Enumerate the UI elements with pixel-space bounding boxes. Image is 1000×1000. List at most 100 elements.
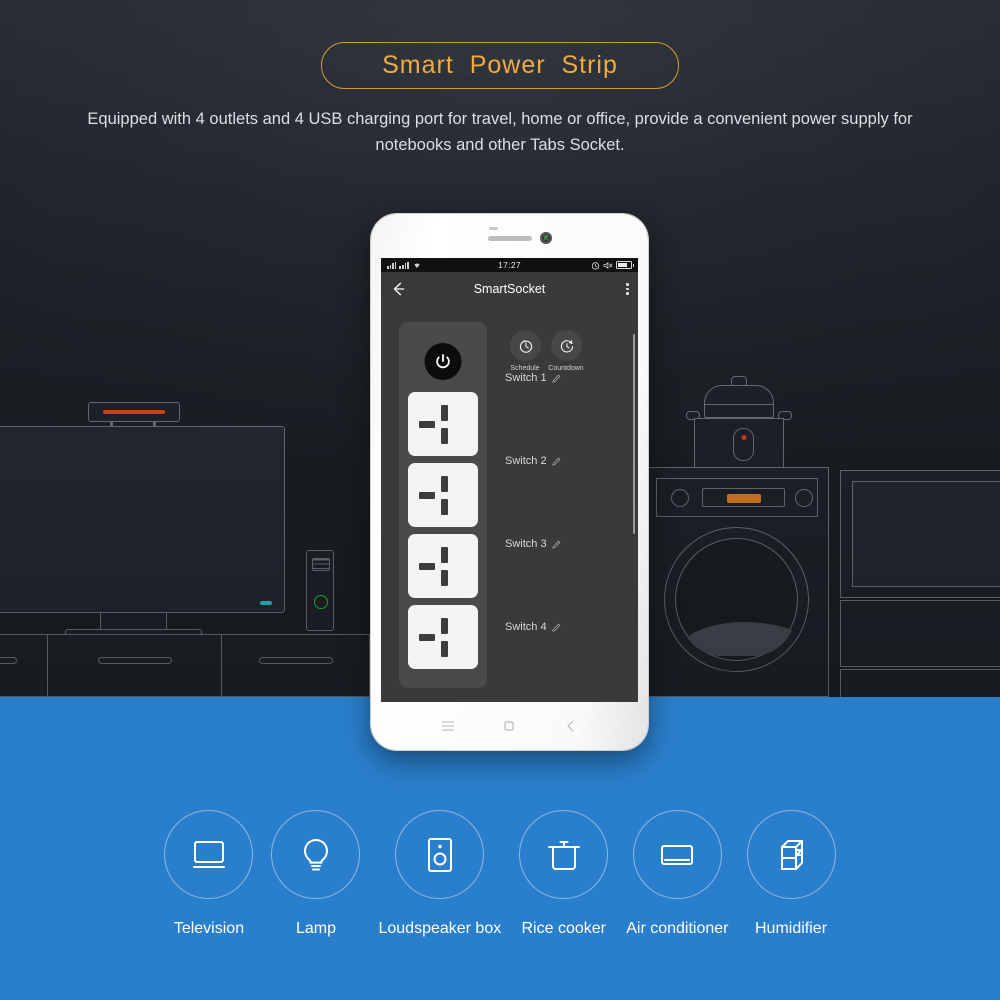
app-title: SmartSocket (473, 282, 546, 296)
feature-rice-cooker[interactable]: Rice cooker (519, 810, 609, 938)
feature-label: Lamp (295, 920, 336, 937)
switch-row-1[interactable]: Switch 1 (505, 372, 561, 384)
back-button[interactable] (563, 718, 579, 734)
feature-circle (395, 810, 485, 899)
countdown-button[interactable] (551, 330, 582, 361)
edit-pencil-icon[interactable] (551, 457, 561, 466)
loudspeaker-icon (427, 837, 452, 872)
rice-cooker-lid (704, 385, 774, 418)
feature-label: Loudspeaker box (378, 920, 502, 937)
page-title: Smart Power Strip (382, 51, 618, 79)
phone-nav-bar (371, 702, 648, 750)
feature-label: Air conditioner (626, 920, 729, 937)
outlet-pin-bottom (441, 641, 448, 657)
feature-circle (271, 810, 361, 899)
outlet-3[interactable] (408, 534, 478, 598)
power-strip-graphic (399, 322, 487, 688)
outlet-pin-top (441, 618, 448, 634)
feature-label: Rice cooker (521, 920, 606, 937)
outlet-1[interactable] (408, 392, 478, 456)
phone-top-bezel (371, 214, 648, 258)
pc-tower-vents (312, 558, 330, 571)
soundbar (88, 402, 180, 422)
feature-circle (164, 810, 254, 899)
switch-label-2: Switch 2 (505, 455, 547, 467)
feature-loudspeaker[interactable]: Loudspeaker box (378, 810, 501, 938)
cabinet-handle (258, 657, 333, 664)
rice-cooker-panel (733, 428, 754, 461)
microwave-window (852, 481, 1000, 587)
outlet-pin-left (419, 492, 435, 499)
lightbulb-icon (304, 838, 328, 870)
power-icon (436, 354, 450, 369)
status-bar: 17:27 (381, 258, 638, 272)
outlet-pin-left (419, 563, 435, 570)
washing-machine-door-inner (675, 538, 798, 661)
washing-machine-knob-left (671, 489, 689, 507)
switch-label-4: Switch 4 (505, 621, 547, 633)
switch-row-3[interactable]: Switch 3 (505, 538, 561, 550)
outlet-pin-top (441, 405, 448, 421)
edit-pencil-icon[interactable] (551, 623, 561, 632)
battery-icon (616, 261, 634, 269)
feature-icon-row: Television Lamp Loudspeaker box Rice coo… (0, 810, 1000, 938)
overflow-menu-icon[interactable] (626, 282, 629, 296)
back-arrow-icon[interactable] (390, 281, 406, 297)
cabinet-handle (97, 657, 172, 664)
feature-label: Humidifier (755, 920, 828, 937)
alarm-icon (591, 261, 600, 270)
edit-pencil-icon[interactable] (551, 374, 561, 383)
outlet-pin-left (419, 634, 435, 641)
proximity-sensor (489, 227, 498, 230)
feature-air-conditioner[interactable]: Air conditioner (626, 810, 729, 938)
front-camera (540, 232, 552, 244)
app-content: Schedule Countdown Switch 1 Switch 2 Swi… (381, 306, 638, 702)
switch-label-3: Switch 3 (505, 538, 547, 550)
page-title-badge: Smart Power Strip (321, 42, 679, 89)
washing-machine-knob-right (795, 489, 813, 507)
washing-machine-display-bar (726, 494, 761, 503)
television-led (260, 601, 272, 605)
schedule-button[interactable] (510, 330, 541, 361)
feature-lamp[interactable]: Lamp (271, 810, 361, 938)
chevron-left-icon (567, 720, 574, 732)
outlet-pin-bottom (441, 570, 448, 586)
washing-machine-water (680, 614, 795, 656)
phone-mockup: 17:27 SmartSocket Schedule Countdown Swi… (371, 214, 648, 750)
master-power-button[interactable] (424, 343, 462, 380)
outlet-2[interactable] (408, 463, 478, 527)
washing-machine-display (702, 488, 785, 507)
feature-humidifier[interactable]: Humidifier (746, 810, 836, 938)
media-cabinet-right (221, 634, 370, 697)
feature-circle (746, 810, 836, 899)
television-illustration (0, 426, 285, 613)
air-conditioner-icon (661, 844, 694, 865)
earpiece-speaker (487, 236, 532, 241)
media-cabinet-left (0, 634, 48, 697)
humidifier-icon (781, 839, 804, 870)
app-bar: SmartSocket (381, 272, 638, 306)
feature-television[interactable]: Television (164, 810, 254, 938)
mute-icon (603, 261, 613, 269)
kitchen-counter-upper (840, 600, 1000, 667)
television-icon (192, 840, 225, 868)
menu-button[interactable] (440, 718, 456, 734)
cabinet-handle (0, 657, 17, 664)
switch-row-2[interactable]: Switch 2 (505, 455, 561, 467)
status-bar-right (591, 261, 634, 270)
rice-cooker-lid-line (704, 404, 774, 405)
outlet-pin-top (441, 547, 448, 563)
outlet-pin-bottom (441, 428, 448, 444)
media-cabinet-center (47, 634, 222, 697)
home-button[interactable] (501, 718, 517, 734)
switch-row-4[interactable]: Switch 4 (505, 621, 561, 633)
outlet-4[interactable] (408, 605, 478, 669)
outlet-pin-bottom (441, 499, 448, 515)
edit-pencil-icon[interactable] (551, 540, 561, 549)
switch-label-1: Switch 1 (505, 372, 547, 384)
outlet-pin-top (441, 476, 448, 492)
vertical-scrollbar[interactable] (632, 334, 635, 534)
soundbar-led (103, 410, 165, 414)
page-subtitle: Equipped with 4 outlets and 4 USB chargi… (87, 110, 913, 154)
outlet-pin-left (419, 421, 435, 428)
